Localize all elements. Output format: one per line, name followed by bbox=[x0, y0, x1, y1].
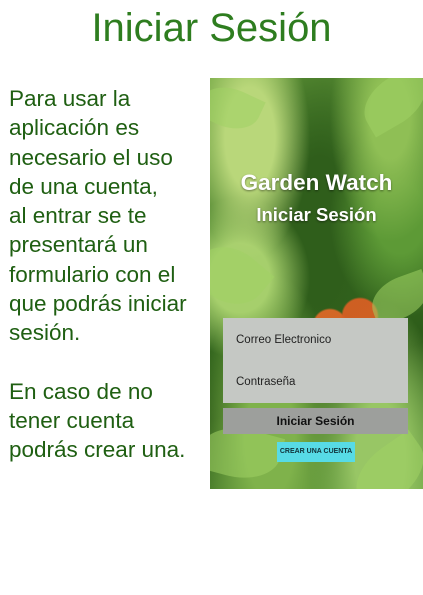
instructions-text: Para usar la aplicación es necesario el … bbox=[9, 84, 209, 465]
page-title: Iniciar Sesión bbox=[91, 6, 332, 50]
login-form: Correo Electronico Contraseña bbox=[223, 318, 408, 403]
password-field[interactable]: Contraseña bbox=[236, 370, 406, 394]
email-field[interactable]: Correo Electronico bbox=[236, 328, 406, 352]
instructions-paragraph-login: Para usar la aplicación es necesario el … bbox=[9, 86, 187, 346]
screen-title: Iniciar Sesión bbox=[256, 204, 377, 225]
create-account-button[interactable]: CREAR UNA CUENTA bbox=[277, 442, 355, 462]
leaf-decoration bbox=[353, 78, 423, 138]
instructions-paragraph-signup: En caso de no tener cuenta podrás crear … bbox=[9, 378, 186, 463]
leaf-decoration bbox=[210, 78, 266, 139]
phone-screenshot: Garden Watch Iniciar Sesión Correo Elect… bbox=[210, 78, 423, 489]
login-button[interactable]: Iniciar Sesión bbox=[223, 408, 408, 434]
leaf-decoration bbox=[210, 231, 275, 320]
app-name: Garden Watch bbox=[240, 170, 393, 195]
